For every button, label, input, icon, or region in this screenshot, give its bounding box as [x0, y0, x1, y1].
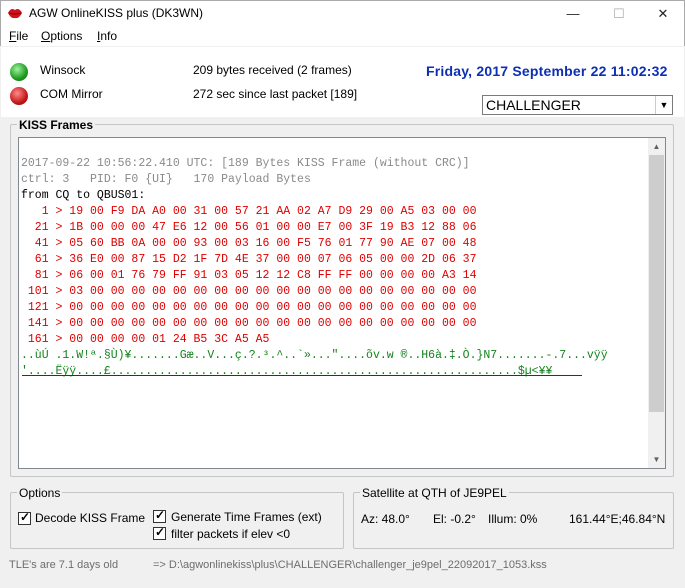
dropdown-arrow-icon[interactable]: ▼	[655, 96, 672, 114]
hex-line: 1 > 19 00 F9 DA A0 00 31 00 57 21 AA 02 …	[21, 205, 477, 218]
azimuth-value: Az: 48.0°	[361, 512, 410, 526]
illumination-value: Illum: 0%	[488, 512, 538, 526]
filter-packets-label: filter packets if elev <0	[171, 527, 291, 541]
window-title: AGW OnlineKISS plus (DK3WN)	[29, 6, 204, 20]
frame-ctrl-line: ctrl: 3 PID: F0 {UI} 170 Payload Bytes	[21, 173, 311, 186]
sub-satellite-position: 161.44°E;46.84°N	[569, 512, 666, 526]
hex-line: 121 > 00 00 00 00 00 00 00 00 00 00 00 0…	[21, 301, 477, 314]
title-bar: AGW OnlineKISS plus (DK3WN) — ☐ ✕	[0, 0, 685, 26]
generate-time-frames-label: Generate Time Frames (ext)	[171, 510, 322, 524]
date-time-display: Friday, 2017 September 22 11:02:32	[426, 63, 668, 79]
vertical-scrollbar[interactable]: ▲ ▼	[648, 138, 665, 468]
decode-kiss-label: Decode KISS Frame	[35, 511, 146, 525]
hex-line: 81 > 06 00 01 76 79 FF 91 03 05 12 12 C8…	[21, 269, 477, 282]
minimize-button[interactable]: —	[550, 1, 596, 27]
satellite-select[interactable]: CHALLENGER ▼	[482, 95, 673, 115]
kiss-frames-label: KISS Frames	[17, 118, 96, 132]
ascii-line: '....Ëÿÿ....£...........................…	[21, 365, 553, 378]
close-icon: ✕	[657, 6, 669, 21]
ascii-line: ..ùÚ .1.W!ª.§Ù)¥.......Gæ..V...ç.?.³.^..…	[21, 349, 608, 362]
menu-info[interactable]: Info	[97, 29, 117, 43]
frame-from-line: from CQ to QBUS01:	[21, 189, 146, 202]
filter-packets-checkbox[interactable]	[153, 525, 166, 540]
bytes-received-text: 209 bytes received (2 frames)	[193, 63, 352, 77]
scroll-down-icon[interactable]: ▼	[648, 451, 665, 468]
com-mirror-label: COM Mirror	[40, 87, 103, 101]
elevation-value: El: -0.2°	[433, 512, 476, 526]
scroll-thumb[interactable]	[649, 155, 664, 412]
decode-kiss-checkbox[interactable]	[18, 510, 31, 525]
tle-age-text: TLE's are 7.1 days old	[9, 559, 119, 571]
hex-line: 21 > 1B 00 00 00 47 E6 12 00 56 01 00 00…	[21, 221, 477, 234]
since-last-packet-text: 272 sec since last packet [189]	[193, 87, 358, 101]
hex-line: 101 > 03 00 00 00 00 00 00 00 00 00 00 0…	[21, 285, 477, 298]
lips-app-icon	[8, 9, 22, 19]
scroll-up-icon[interactable]: ▲	[648, 138, 665, 155]
file-path-text: => D:\agwonlinekiss\plus\CHALLENGER\chal…	[153, 559, 547, 571]
close-button[interactable]: ✕	[640, 1, 685, 27]
menu-options[interactable]: Options	[41, 29, 82, 43]
options-group-label: Options	[17, 486, 63, 500]
satellite-select-value: CHALLENGER	[486, 97, 581, 113]
hex-line: 41 > 05 60 BB 0A 00 00 93 00 03 16 00 F5…	[21, 237, 477, 250]
com-mirror-status-led	[10, 87, 28, 105]
frame-header-line: 2017-09-22 10:56:22.410 UTC: [189 Bytes …	[21, 157, 470, 170]
minimize-icon: —	[566, 6, 580, 21]
frame-separator	[22, 375, 582, 376]
maximize-button[interactable]: ☐	[596, 1, 642, 27]
hex-line: 141 > 00 00 00 00 00 00 00 00 00 00 00 0…	[21, 317, 477, 330]
winsock-status-led	[10, 63, 28, 81]
hex-line: 161 > 00 00 00 00 01 24 B5 3C A5 A5	[21, 333, 270, 346]
status-panel: Winsock COM Mirror 209 bytes received (2…	[1, 47, 684, 117]
kiss-frames-content: 2017-09-22 10:56:22.410 UTC: [189 Bytes …	[21, 140, 647, 412]
menu-bar: File Options Info	[0, 26, 685, 46]
hex-line: 61 > 36 E0 00 87 15 D2 1F 7D 4E 37 00 00…	[21, 253, 477, 266]
menu-file[interactable]: File	[9, 29, 28, 43]
satellite-info-label: Satellite at QTH of JE9PEL	[360, 486, 509, 500]
winsock-label: Winsock	[40, 63, 86, 77]
maximize-icon: ☐	[613, 6, 625, 21]
generate-time-frames-checkbox[interactable]	[153, 508, 166, 523]
kiss-frames-textarea[interactable]: 2017-09-22 10:56:22.410 UTC: [189 Bytes …	[18, 137, 666, 469]
